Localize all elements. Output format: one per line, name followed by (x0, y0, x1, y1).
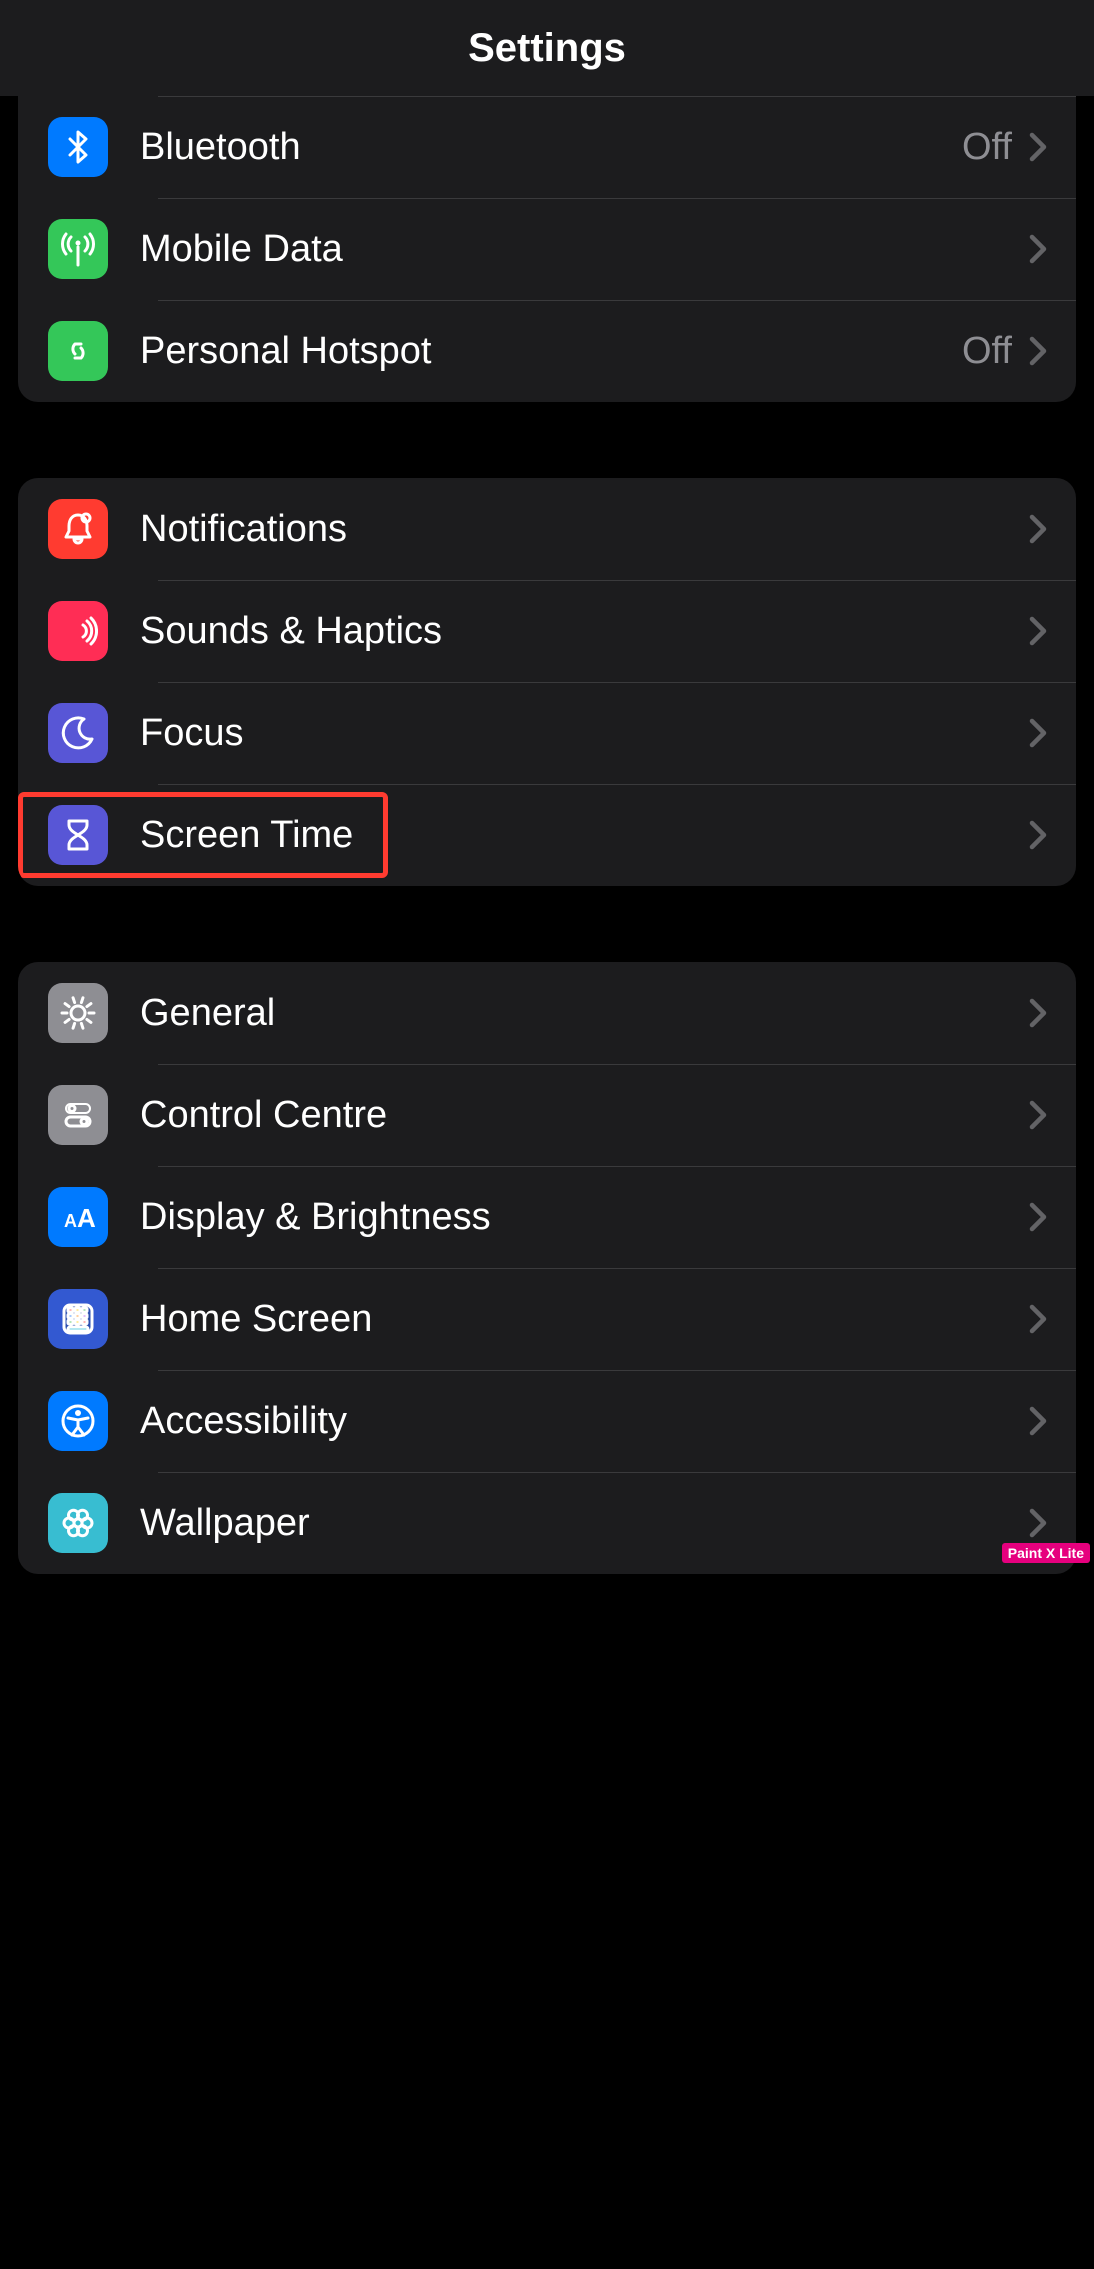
settings-row-wallpaper[interactable]: Wallpaper (18, 1472, 1076, 1574)
hourglass-icon (48, 805, 108, 865)
switches-icon (48, 1085, 108, 1145)
flower-icon (48, 1493, 108, 1553)
row-label: Wallpaper (140, 1502, 1026, 1545)
settings-group-connectivity: BluetoothOffMobile DataPersonal HotspotO… (18, 96, 1076, 402)
row-label: Display & Brightness (140, 1196, 1026, 1239)
gear-icon (48, 983, 108, 1043)
row-label: Sounds & Haptics (140, 610, 1026, 653)
settings-row-screen-time[interactable]: Screen Time (18, 784, 1076, 886)
row-label: Screen Time (140, 814, 1026, 857)
row-value: Off (962, 330, 1012, 373)
settings-row-accessibility[interactable]: Accessibility (18, 1370, 1076, 1472)
moon-icon (48, 703, 108, 763)
settings-row-sounds-haptics[interactable]: Sounds & Haptics (18, 580, 1076, 682)
page-title: Settings (468, 26, 626, 71)
settings-row-home-screen[interactable]: Home Screen (18, 1268, 1076, 1370)
settings-row-control-centre[interactable]: Control Centre (18, 1064, 1076, 1166)
settings-group-system: General Control Centre AA Display & Brightn… (18, 962, 1076, 1574)
bluetooth-icon (48, 117, 108, 177)
chevron-right-icon (1026, 333, 1050, 369)
chevron-right-icon (1026, 1097, 1050, 1133)
chevron-right-icon (1026, 511, 1050, 547)
row-label: Notifications (140, 508, 1026, 551)
row-label: Control Centre (140, 1094, 1026, 1137)
row-label: Accessibility (140, 1400, 1026, 1443)
speaker-icon (48, 601, 108, 661)
settings-row-notifications[interactable]: Notifications (18, 478, 1076, 580)
link-icon (48, 321, 108, 381)
chevron-right-icon (1026, 1199, 1050, 1235)
settings-row-mobile-data[interactable]: Mobile Data (18, 198, 1076, 300)
row-label: Home Screen (140, 1298, 1026, 1341)
settings-row-personal-hotspot[interactable]: Personal HotspotOff (18, 300, 1076, 402)
settings-row-bluetooth[interactable]: BluetoothOff (18, 96, 1076, 198)
chevron-right-icon (1026, 231, 1050, 267)
row-label: General (140, 992, 1026, 1035)
chevron-right-icon (1026, 613, 1050, 649)
row-label: Mobile Data (140, 228, 1026, 271)
row-value: Off (962, 126, 1012, 169)
header: Settings (0, 0, 1094, 96)
row-label: Focus (140, 712, 1026, 755)
chevron-right-icon (1026, 715, 1050, 751)
accessibility-icon (48, 1391, 108, 1451)
settings-row-general[interactable]: General (18, 962, 1076, 1064)
svg-text:A: A (64, 1211, 77, 1231)
grid-icon (48, 1289, 108, 1349)
settings-group-attention: Notifications Sounds & Haptics Focus Screen… (18, 478, 1076, 886)
row-label: Personal Hotspot (140, 330, 962, 373)
row-label: Bluetooth (140, 126, 962, 169)
antenna-icon (48, 219, 108, 279)
chevron-right-icon (1026, 1505, 1050, 1541)
chevron-right-icon (1026, 1301, 1050, 1337)
aa-icon: AA (48, 1187, 108, 1247)
settings-row-focus[interactable]: Focus (18, 682, 1076, 784)
chevron-right-icon (1026, 1403, 1050, 1439)
chevron-right-icon (1026, 129, 1050, 165)
svg-text:A: A (77, 1203, 96, 1233)
chevron-right-icon (1026, 995, 1050, 1031)
chevron-right-icon (1026, 817, 1050, 853)
settings-row-display-brightness[interactable]: AA Display & Brightness (18, 1166, 1076, 1268)
bell-icon (48, 499, 108, 559)
watermark-badge: Paint X Lite (1002, 1543, 1090, 1563)
